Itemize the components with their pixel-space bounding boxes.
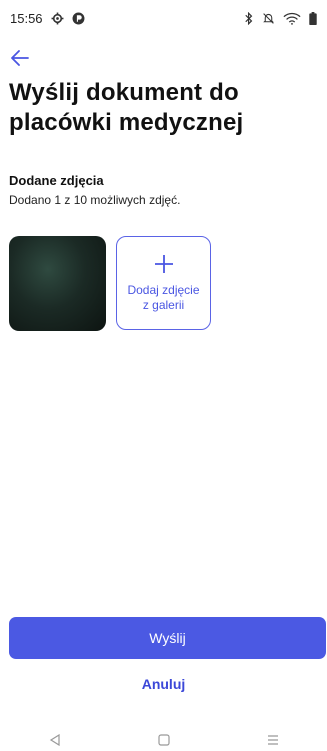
battery-icon: [309, 11, 317, 25]
page-title: Wyślij dokument do placówki medycznej: [9, 79, 244, 136]
arrow-left-icon: [11, 49, 29, 71]
status-left: 15:56: [10, 11, 85, 26]
wifi-icon: [283, 12, 301, 25]
plus-icon: [153, 253, 175, 277]
photo-thumbnail[interactable]: [9, 236, 106, 331]
system-nav-bar: [0, 728, 327, 751]
menu-icon[interactable]: [258, 730, 288, 750]
status-right: [244, 11, 317, 25]
back-button[interactable]: [8, 48, 32, 72]
photos-count-text: Dodano 1 z 10 możliwych zdjęć.: [9, 193, 181, 207]
back-triangle-icon[interactable]: [40, 730, 70, 750]
add-photo-label: Dodaj zdjęcie z galerii: [127, 283, 200, 312]
bluetooth-icon: [244, 11, 254, 25]
app-notification-icon: [72, 12, 85, 25]
send-button[interactable]: Wyślij: [9, 617, 326, 659]
photos-section-title: Dodane zdjęcia: [9, 173, 104, 188]
home-square-icon[interactable]: [149, 730, 179, 750]
status-time: 15:56: [10, 10, 43, 26]
mute-icon: [262, 12, 275, 25]
gear-icon: [51, 12, 64, 25]
cancel-button[interactable]: Anuluj: [0, 676, 327, 692]
status-bar: 15:56: [0, 0, 327, 36]
add-photo-button[interactable]: Dodaj zdjęcie z galerii: [116, 236, 211, 330]
